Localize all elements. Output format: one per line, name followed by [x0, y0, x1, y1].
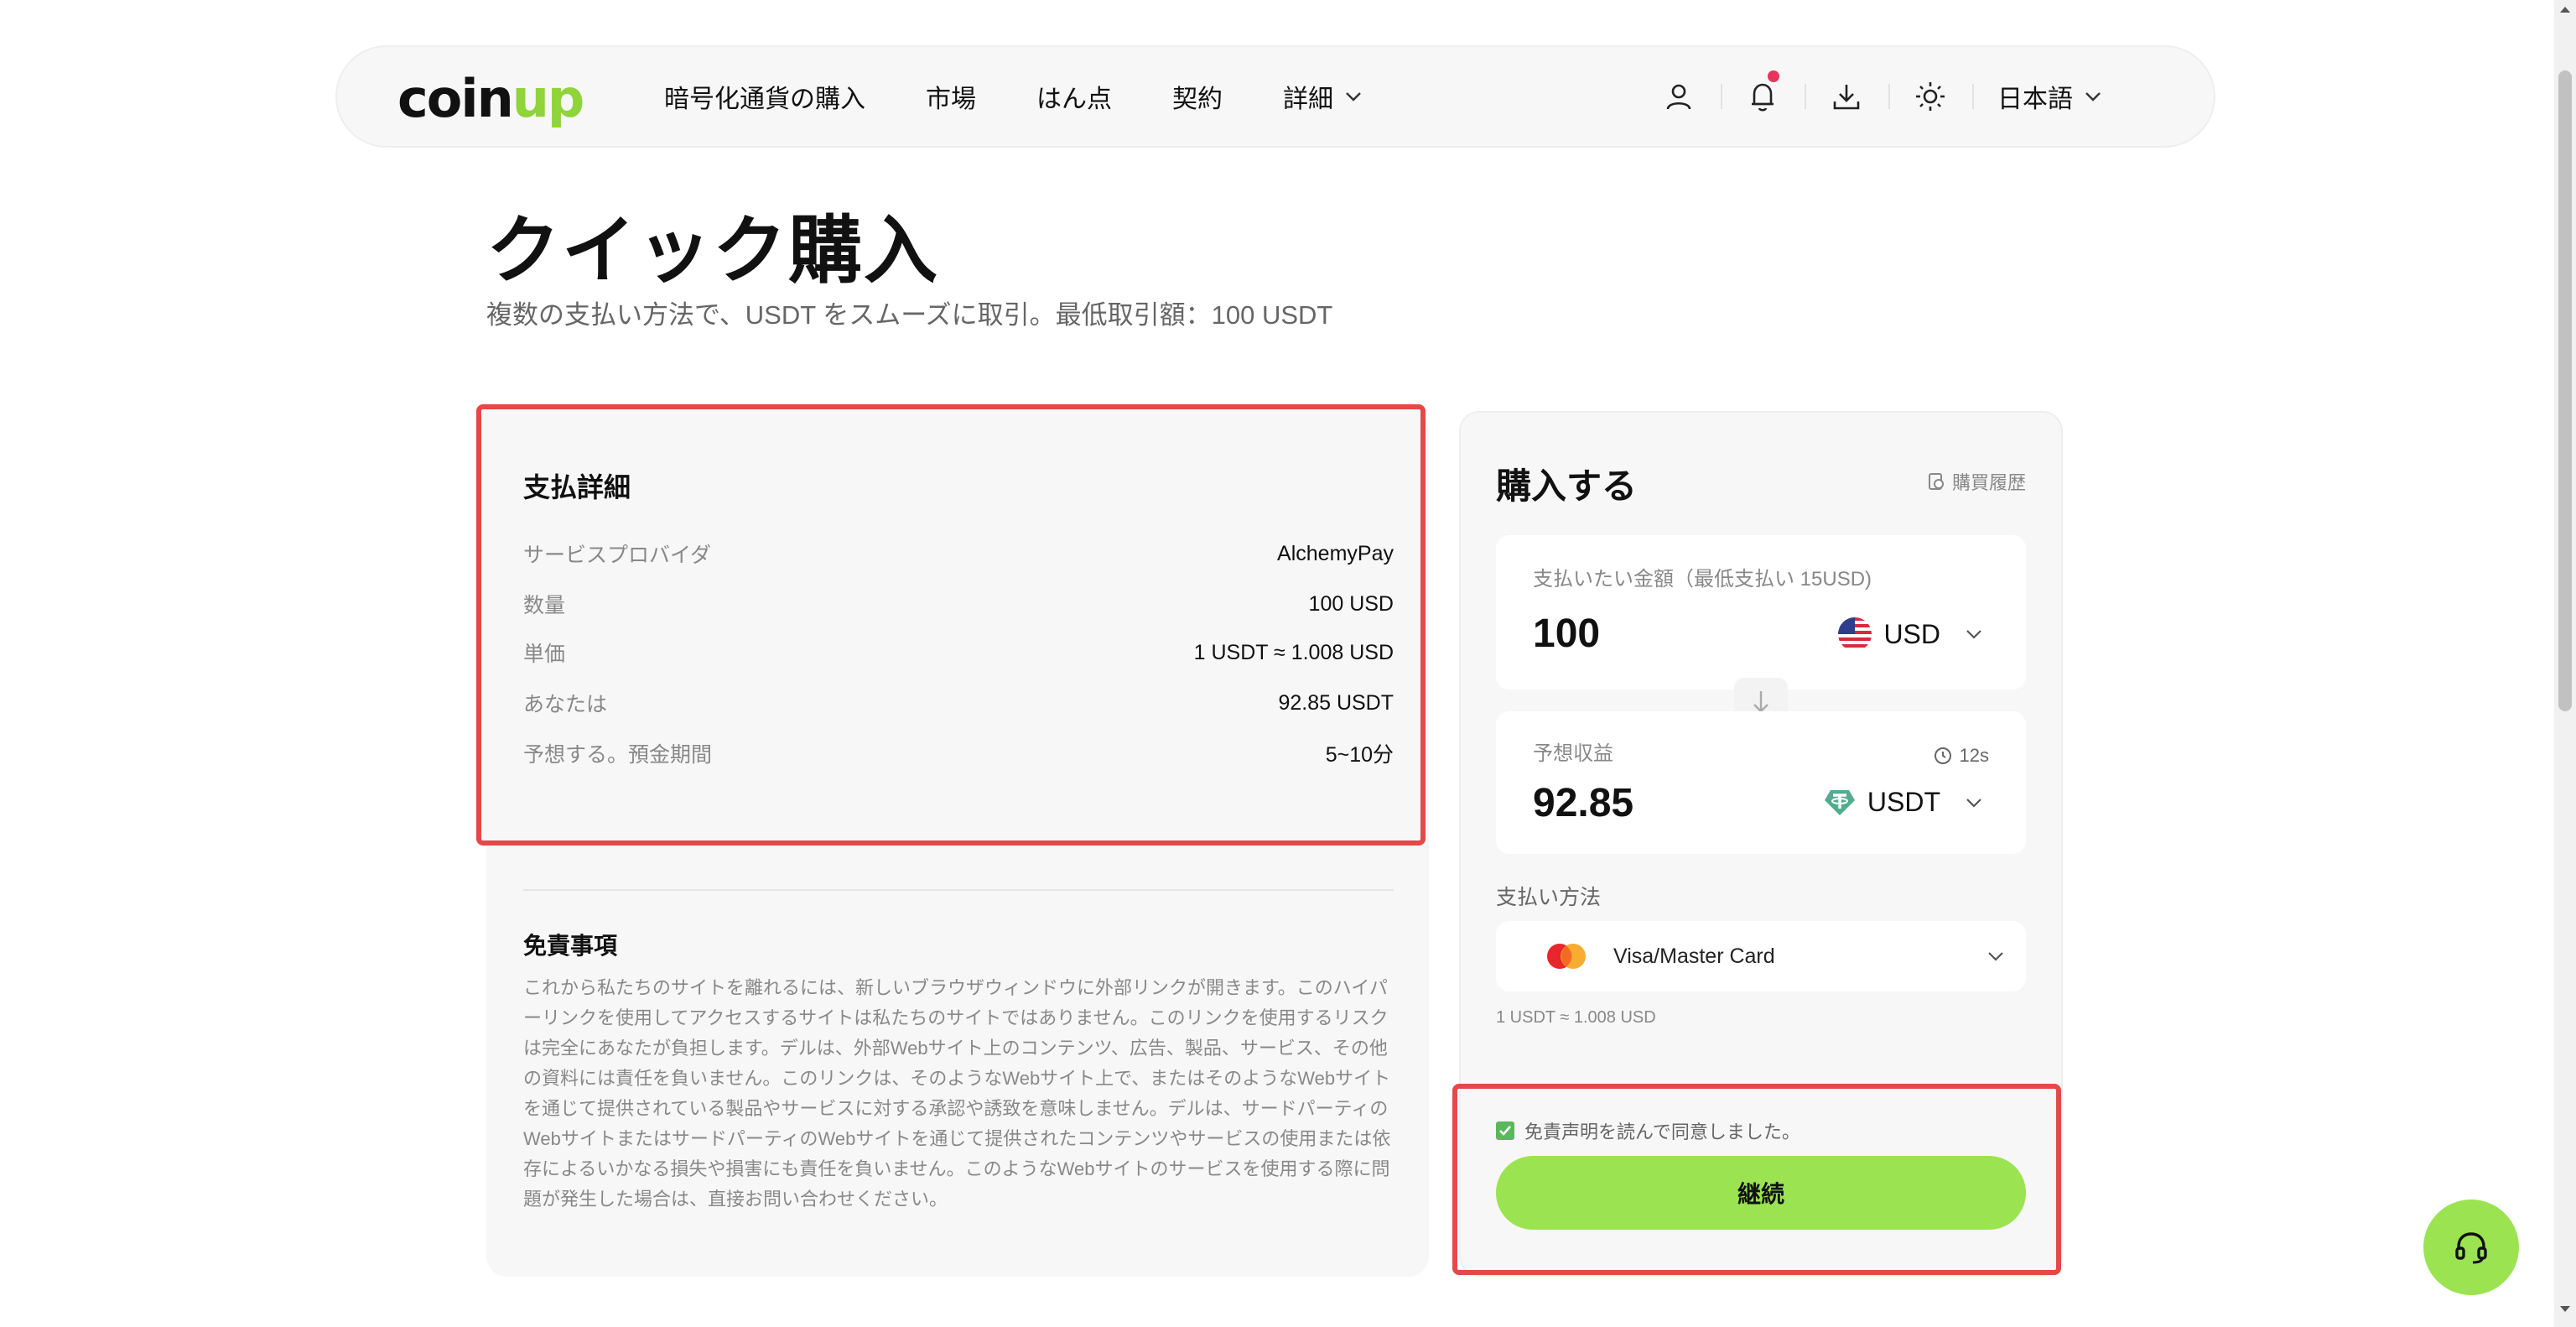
payment-method-value: Visa/Master Card — [1613, 944, 1775, 968]
pay-amount-label: 支払いたい金額（最低支払い 15USD) — [1533, 568, 1872, 591]
chevron-down-icon — [1966, 629, 1982, 639]
nav-markets[interactable]: 市場 — [926, 78, 976, 115]
headset-support-icon[interactable] — [2423, 1200, 2519, 1295]
page-subtitle: 複数の支払い方法で、USDT をスムーズに取引。最低取引額：100 USDT — [486, 300, 1333, 330]
detail-value: 92.85 USDT — [1278, 690, 1394, 715]
user-icon[interactable] — [1637, 47, 1721, 146]
chevron-down-icon — [2085, 91, 2101, 101]
clock-icon — [1934, 747, 1951, 764]
detail-value: 5~10分 — [1325, 743, 1394, 767]
receive-currency-select[interactable]: USDT — [1824, 787, 1982, 818]
us-flag-icon — [1838, 617, 1872, 651]
notification-dot — [1768, 70, 1779, 82]
chevron-down-icon — [1987, 951, 2004, 961]
agree-checkbox[interactable]: 免責声明を読んで同意しました。 — [1496, 1117, 1800, 1144]
detail-row-you-get: あなたは 92.85 USDT — [523, 686, 1394, 720]
nav-label: 詳細 — [1283, 86, 1333, 113]
coinup-logo[interactable]: coin up — [397, 67, 585, 129]
purchase-history-link[interactable]: 購買履歴 — [1927, 468, 2026, 495]
logo-text: coin — [397, 67, 514, 129]
exchange-rate: 1 USDT ≈ 1.008 USD — [1496, 1008, 1656, 1027]
nav-label: 契約 — [1172, 86, 1223, 113]
pay-amount-box: 支払いたい金額（最低支払い 15USD) 100 USD — [1496, 535, 2026, 690]
logo-accent-text: up — [512, 67, 585, 129]
detail-key: 予想する。預金期間 — [523, 743, 713, 767]
page-title: クイック購入 — [486, 209, 940, 292]
nav-contract[interactable]: 契約 — [1172, 78, 1223, 115]
pay-currency-select[interactable]: USD — [1838, 617, 1982, 651]
page-scrollbar[interactable] — [2554, 0, 2576, 1327]
buy-title: 購入する — [1496, 466, 1638, 506]
checkmark-icon — [1496, 1121, 1514, 1140]
detail-key: 数量 — [523, 594, 566, 617]
pay-currency-label: USD — [1883, 618, 1940, 649]
nav-label: 暗号化通貨の購入 — [664, 86, 865, 113]
payment-method-select[interactable]: Visa/Master Card — [1496, 921, 2026, 991]
detail-key: サービスプロバイダ — [523, 544, 712, 567]
detail-row-provider: サービスプロバイダ AlchemyPay — [523, 537, 1394, 570]
receive-amount-box: 予想収益 12s 92.85 USDT — [1496, 711, 2026, 854]
history-label: 購買履歴 — [1952, 472, 2027, 493]
detail-value: 100 USD — [1308, 591, 1394, 616]
receive-currency-label: USDT — [1867, 787, 1940, 817]
nav-label: 市場 — [926, 86, 976, 113]
continue-button[interactable]: 継続 — [1496, 1156, 2026, 1230]
timer-value: 12s — [1959, 745, 1989, 766]
nav-label: はん点 — [1036, 86, 1112, 113]
nav-more[interactable]: 詳細 — [1283, 78, 1362, 115]
scroll-down-arrow-icon[interactable] — [2554, 1305, 2576, 1322]
language-selector[interactable]: 日本語 — [1997, 47, 2101, 146]
detail-row-deposit-time: 予想する。預金期間 5~10分 — [523, 736, 1394, 770]
header-tools — [1637, 47, 1974, 146]
main-nav: 暗号化通貨の購入 市場 はん点 契約 詳細 — [664, 47, 1422, 146]
disclaimer-title: 免責事項 — [523, 933, 618, 959]
tether-icon — [1824, 788, 1856, 817]
theme-sun-icon[interactable] — [1888, 47, 1972, 146]
top-navbar: coin up 暗号化通貨の購入 市場 はん点 契約 詳細 日本語 — [335, 45, 2215, 148]
detail-key: 単価 — [523, 643, 566, 666]
detail-value: 1 USDT ≈ 1.008 USD — [1193, 640, 1394, 664]
scrollbar-thumb[interactable] — [2558, 70, 2572, 711]
nav-spot[interactable]: はん点 — [1036, 78, 1112, 115]
agree-label: 免責声明を読んで同意しました。 — [1524, 1121, 1800, 1142]
receive-amount-value: 92.85 — [1533, 781, 1634, 825]
detail-row-quantity: 数量 100 USD — [523, 587, 1394, 621]
pay-amount-input[interactable]: 100 — [1533, 611, 1600, 657]
chevron-down-icon — [1345, 91, 1362, 101]
detail-key: あなたは — [523, 693, 608, 716]
receive-amount-label: 予想収益 — [1533, 742, 1613, 765]
payment-method-label: 支払い方法 — [1496, 886, 1602, 909]
divider — [523, 889, 1394, 891]
mastercard-icon — [1547, 944, 1586, 969]
detail-value: AlchemyPay — [1277, 541, 1394, 565]
language-label: 日本語 — [1997, 86, 2073, 113]
history-icon — [1929, 473, 1944, 490]
detail-row-unit-price: 単価 1 USDT ≈ 1.008 USD — [523, 636, 1394, 669]
nav-buy-crypto[interactable]: 暗号化通貨の購入 — [664, 78, 865, 115]
chevron-down-icon — [1966, 798, 1982, 808]
refresh-timer: 12s — [1933, 745, 1989, 767]
bell-icon[interactable] — [1721, 47, 1805, 146]
disclaimer-text: これから私たちのサイトを離れるには、新しいブラウザウィンドウに外部リンクが開きま… — [523, 977, 1391, 1210]
download-icon[interactable] — [1805, 47, 1888, 146]
payment-details-title: 支払詳細 — [523, 472, 631, 502]
scroll-up-arrow-icon[interactable] — [2554, 5, 2576, 22]
